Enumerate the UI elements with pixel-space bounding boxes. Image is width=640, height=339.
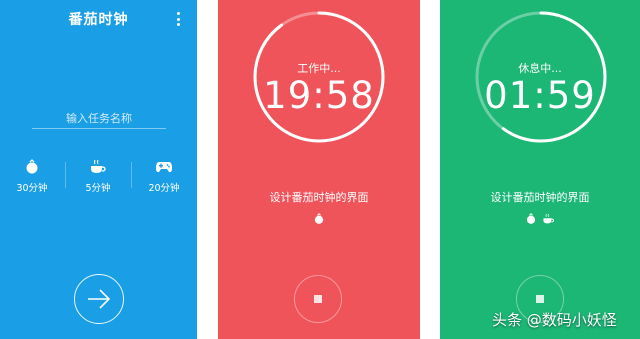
- completed-icons: [440, 210, 640, 229]
- more-vertical-icon[interactable]: [177, 12, 181, 28]
- duration-option-long-break[interactable]: 20分钟: [134, 158, 194, 194]
- completed-icons: [218, 210, 420, 229]
- duration-option-break[interactable]: 5分钟: [68, 158, 128, 194]
- setup-screen: 番茄时钟 30分钟 5分钟: [0, 0, 197, 339]
- app-title: 番茄时钟: [68, 12, 129, 28]
- duration-label: 30分钟: [16, 183, 48, 194]
- stop-icon: [314, 295, 322, 303]
- current-task-name: 设计番茄时钟的界面: [269, 191, 369, 204]
- divider: [131, 162, 132, 188]
- countdown-timer: 19:58: [263, 74, 375, 117]
- current-task-name: 设计番茄时钟的界面: [490, 191, 590, 204]
- duration-label: 5分钟: [85, 183, 111, 194]
- task-name-input[interactable]: [32, 108, 166, 129]
- start-button[interactable]: [74, 274, 124, 324]
- coffee-icon: [68, 158, 128, 176]
- resting-screen: 休息中... 01:59 设计番茄时钟的界面: [440, 0, 640, 339]
- divider: [65, 162, 66, 188]
- watermark: 头条 @数码小妖怪: [492, 311, 617, 329]
- tomato-icon: [525, 210, 537, 229]
- countdown-timer: 01:59: [484, 74, 596, 117]
- duration-option-work[interactable]: 30分钟: [2, 158, 62, 194]
- working-screen: 工作中... 19:58 设计番茄时钟的界面: [218, 0, 420, 339]
- coffee-icon: [542, 210, 555, 229]
- tomato-icon: [2, 158, 62, 176]
- stop-icon: [536, 295, 544, 303]
- arrow-right-icon: [88, 289, 111, 309]
- stop-button[interactable]: [294, 275, 342, 323]
- tomato-icon: [313, 210, 325, 229]
- duration-label: 20分钟: [148, 183, 180, 194]
- gamepad-icon: [134, 158, 194, 176]
